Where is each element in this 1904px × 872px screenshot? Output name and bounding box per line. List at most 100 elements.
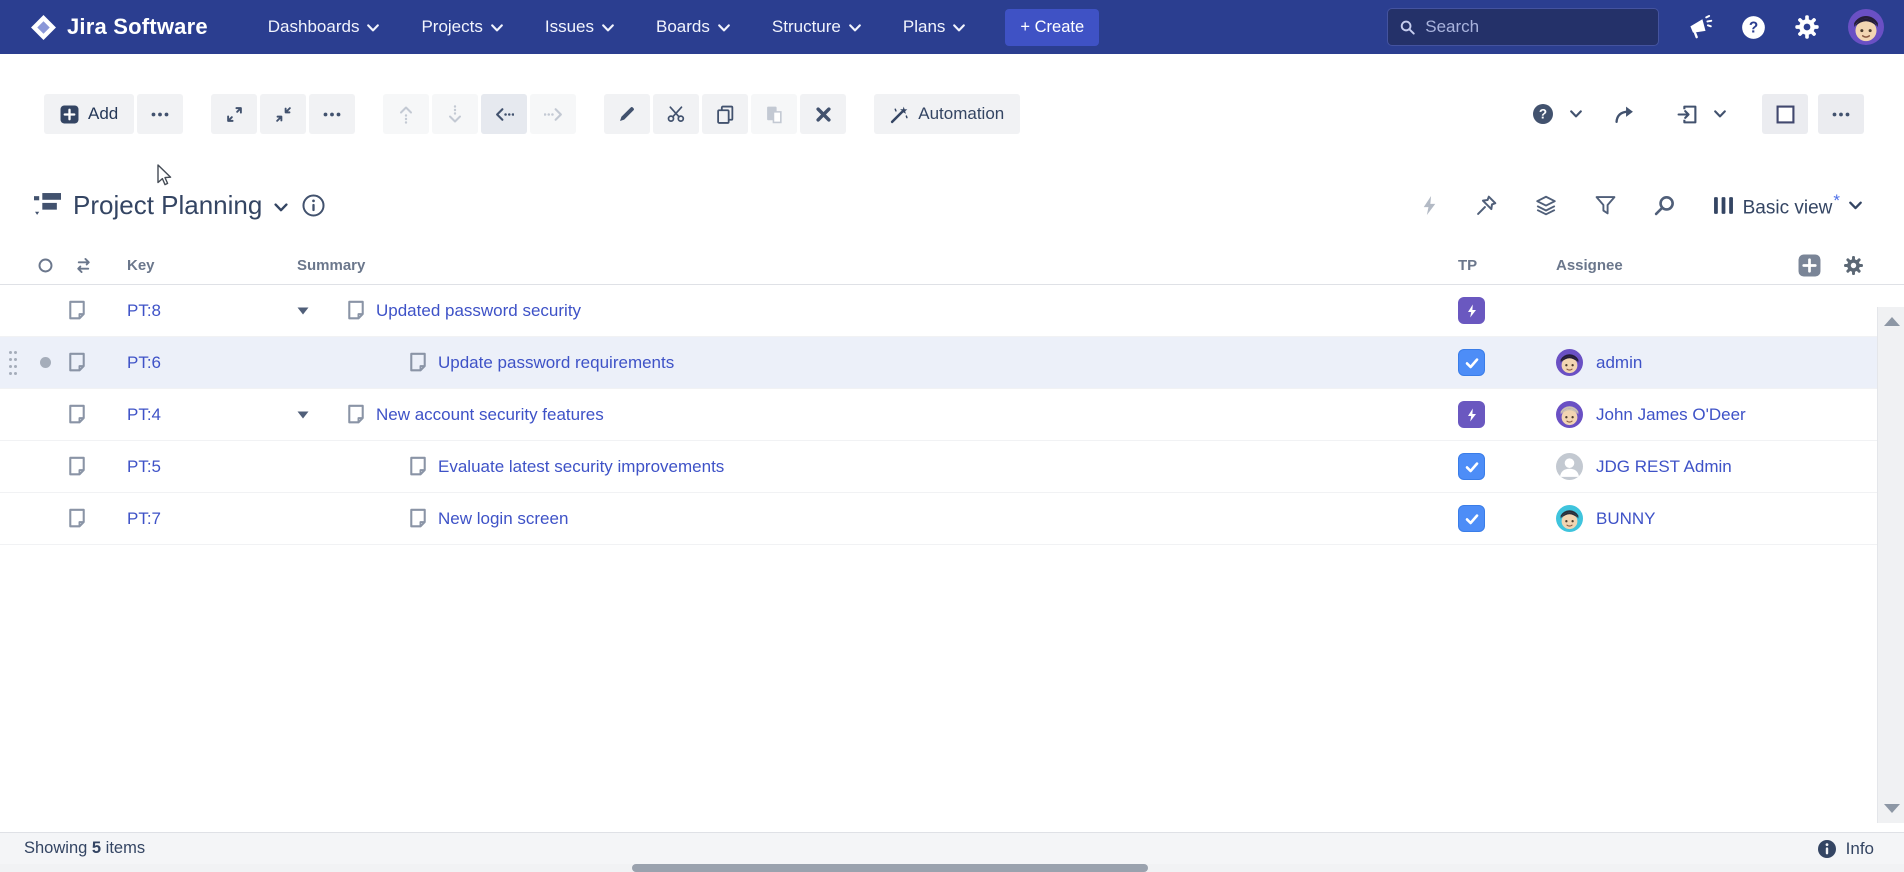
nav-menu-boards[interactable]: Boards: [656, 17, 730, 37]
vertical-scrollbar[interactable]: [1877, 307, 1904, 823]
nav-menu-projects[interactable]: Projects: [421, 17, 502, 37]
share-button[interactable]: [1608, 94, 1642, 134]
issue-summary-link[interactable]: Evaluate latest security improvements: [438, 457, 724, 477]
search-input[interactable]: [1425, 17, 1646, 37]
collapse-all-button[interactable]: [260, 94, 306, 134]
issue-key-link[interactable]: PT:5: [127, 457, 161, 476]
table-row-selected[interactable]: PT:6 Update password requirements admin: [0, 337, 1904, 389]
tp-done-checkbox[interactable]: [1458, 349, 1485, 376]
sync-arrows-icon[interactable]: [74, 257, 93, 274]
assignee-link[interactable]: BUNNY: [1596, 509, 1656, 529]
jira-logo[interactable]: Jira Software: [30, 14, 208, 41]
pin-icon[interactable]: [1476, 195, 1497, 216]
user-avatar[interactable]: [1848, 9, 1884, 45]
horizontal-scroll-thumb[interactable]: [632, 864, 1148, 872]
issue-doc-icon[interactable]: [66, 404, 88, 426]
add-column-button[interactable]: [1798, 254, 1821, 277]
edit-button[interactable]: [604, 94, 650, 134]
check-icon: [1464, 355, 1480, 371]
scroll-down-arrow[interactable]: [1884, 804, 1900, 813]
chevron-down-icon[interactable]: [1714, 110, 1726, 118]
issue-key-link[interactable]: PT:6: [127, 353, 161, 372]
toolbar-right: [1526, 94, 1864, 134]
filter-funnel-icon[interactable]: [1595, 195, 1616, 216]
outdent-button[interactable]: [481, 94, 527, 134]
assignee-link[interactable]: JDG REST Admin: [1596, 457, 1732, 477]
fullscreen-button[interactable]: [1762, 94, 1808, 134]
quick-transform-lightning-icon[interactable]: [1421, 195, 1438, 216]
issue-key-link[interactable]: PT:8: [127, 301, 161, 320]
add-group: Add: [44, 94, 183, 134]
add-button[interactable]: Add: [44, 94, 134, 134]
paste-icon: [765, 105, 784, 124]
automation-button[interactable]: Automation: [874, 94, 1020, 134]
table-row[interactable]: PT:4 New account security features John …: [0, 389, 1904, 441]
search-items-icon[interactable]: [1654, 195, 1675, 216]
chevron-down-icon[interactable]: [1570, 110, 1582, 118]
collapse-triangle-icon[interactable]: [297, 307, 309, 315]
collapse-triangle-icon[interactable]: [297, 411, 309, 419]
paste-button[interactable]: [751, 94, 797, 134]
automation-label: Automation: [918, 104, 1004, 124]
column-header-key[interactable]: Key: [105, 257, 287, 274]
table-row[interactable]: PT:7 New login screen BUNNY: [0, 493, 1904, 545]
nav-menu-structure[interactable]: Structure: [772, 17, 861, 37]
scroll-up-arrow[interactable]: [1884, 317, 1900, 326]
move-up-button[interactable]: [383, 94, 429, 134]
announcements-megaphone-icon[interactable]: [1687, 15, 1713, 39]
view-switcher[interactable]: Basic view*: [1713, 191, 1862, 219]
assignee-avatar: [1556, 505, 1583, 532]
create-button[interactable]: + Create: [1005, 9, 1099, 46]
move-down-button[interactable]: [432, 94, 478, 134]
expand-all-button[interactable]: [211, 94, 257, 134]
layers-group-icon[interactable]: [1535, 194, 1557, 216]
delete-button[interactable]: [800, 94, 846, 134]
issue-doc-icon[interactable]: [66, 456, 88, 478]
expand-icon: [226, 106, 243, 123]
horizontal-scrollbar[interactable]: [0, 864, 1904, 872]
edit-group: [604, 94, 846, 134]
issue-summary-link[interactable]: New account security features: [376, 405, 604, 425]
info-icon[interactable]: [302, 194, 325, 217]
export-button[interactable]: [1670, 94, 1704, 134]
nav-menu-plans[interactable]: Plans: [903, 17, 966, 37]
issue-doc-icon[interactable]: [66, 300, 88, 322]
indent-button[interactable]: [530, 94, 576, 134]
assignee-link[interactable]: admin: [1596, 353, 1642, 373]
row-gutter: [0, 493, 105, 544]
tp-done-checkbox[interactable]: [1458, 505, 1485, 532]
nav-menu-issues[interactable]: Issues: [545, 17, 614, 37]
toolbar-help-button[interactable]: [1526, 94, 1560, 134]
structure-toolbar: Add: [0, 54, 1904, 134]
status-circle-icon[interactable]: [38, 258, 53, 273]
column-header-tp[interactable]: TP: [1448, 257, 1546, 274]
expand-more-button[interactable]: [309, 94, 355, 134]
issue-doc-icon[interactable]: [66, 352, 88, 374]
issue-summary-link[interactable]: Updated password security: [376, 301, 581, 321]
search-box[interactable]: [1387, 8, 1659, 46]
nav-menu-dashboards[interactable]: Dashboards: [268, 17, 380, 37]
issue-summary-link[interactable]: Update password requirements: [438, 353, 674, 373]
cut-button[interactable]: [653, 94, 699, 134]
table-row[interactable]: PT:5 Evaluate latest security improvemen…: [0, 441, 1904, 493]
add-more-button[interactable]: [137, 94, 183, 134]
help-icon[interactable]: [1741, 15, 1766, 40]
issue-key-link[interactable]: PT:7: [127, 509, 161, 528]
column-header-summary[interactable]: Summary: [287, 257, 1448, 274]
copy-button[interactable]: [702, 94, 748, 134]
assignee-link[interactable]: John James O'Deer: [1596, 405, 1746, 425]
issue-summary-link[interactable]: New login screen: [438, 509, 568, 529]
tp-story-badge[interactable]: [1458, 401, 1485, 428]
grid-settings-gear-icon[interactable]: [1843, 255, 1864, 276]
settings-gear-icon[interactable]: [1794, 14, 1820, 40]
drag-handle[interactable]: [8, 350, 18, 376]
issue-key-link[interactable]: PT:4: [127, 405, 161, 424]
expand-group: [211, 94, 355, 134]
info-button[interactable]: Info: [1817, 839, 1874, 859]
structure-selector[interactable]: Project Planning: [34, 190, 288, 221]
tp-story-badge[interactable]: [1458, 297, 1485, 324]
tp-done-checkbox[interactable]: [1458, 453, 1485, 480]
table-row[interactable]: PT:8 Updated password security: [0, 285, 1904, 337]
issue-doc-icon[interactable]: [66, 508, 88, 530]
toolbar-more-button[interactable]: [1818, 94, 1864, 134]
